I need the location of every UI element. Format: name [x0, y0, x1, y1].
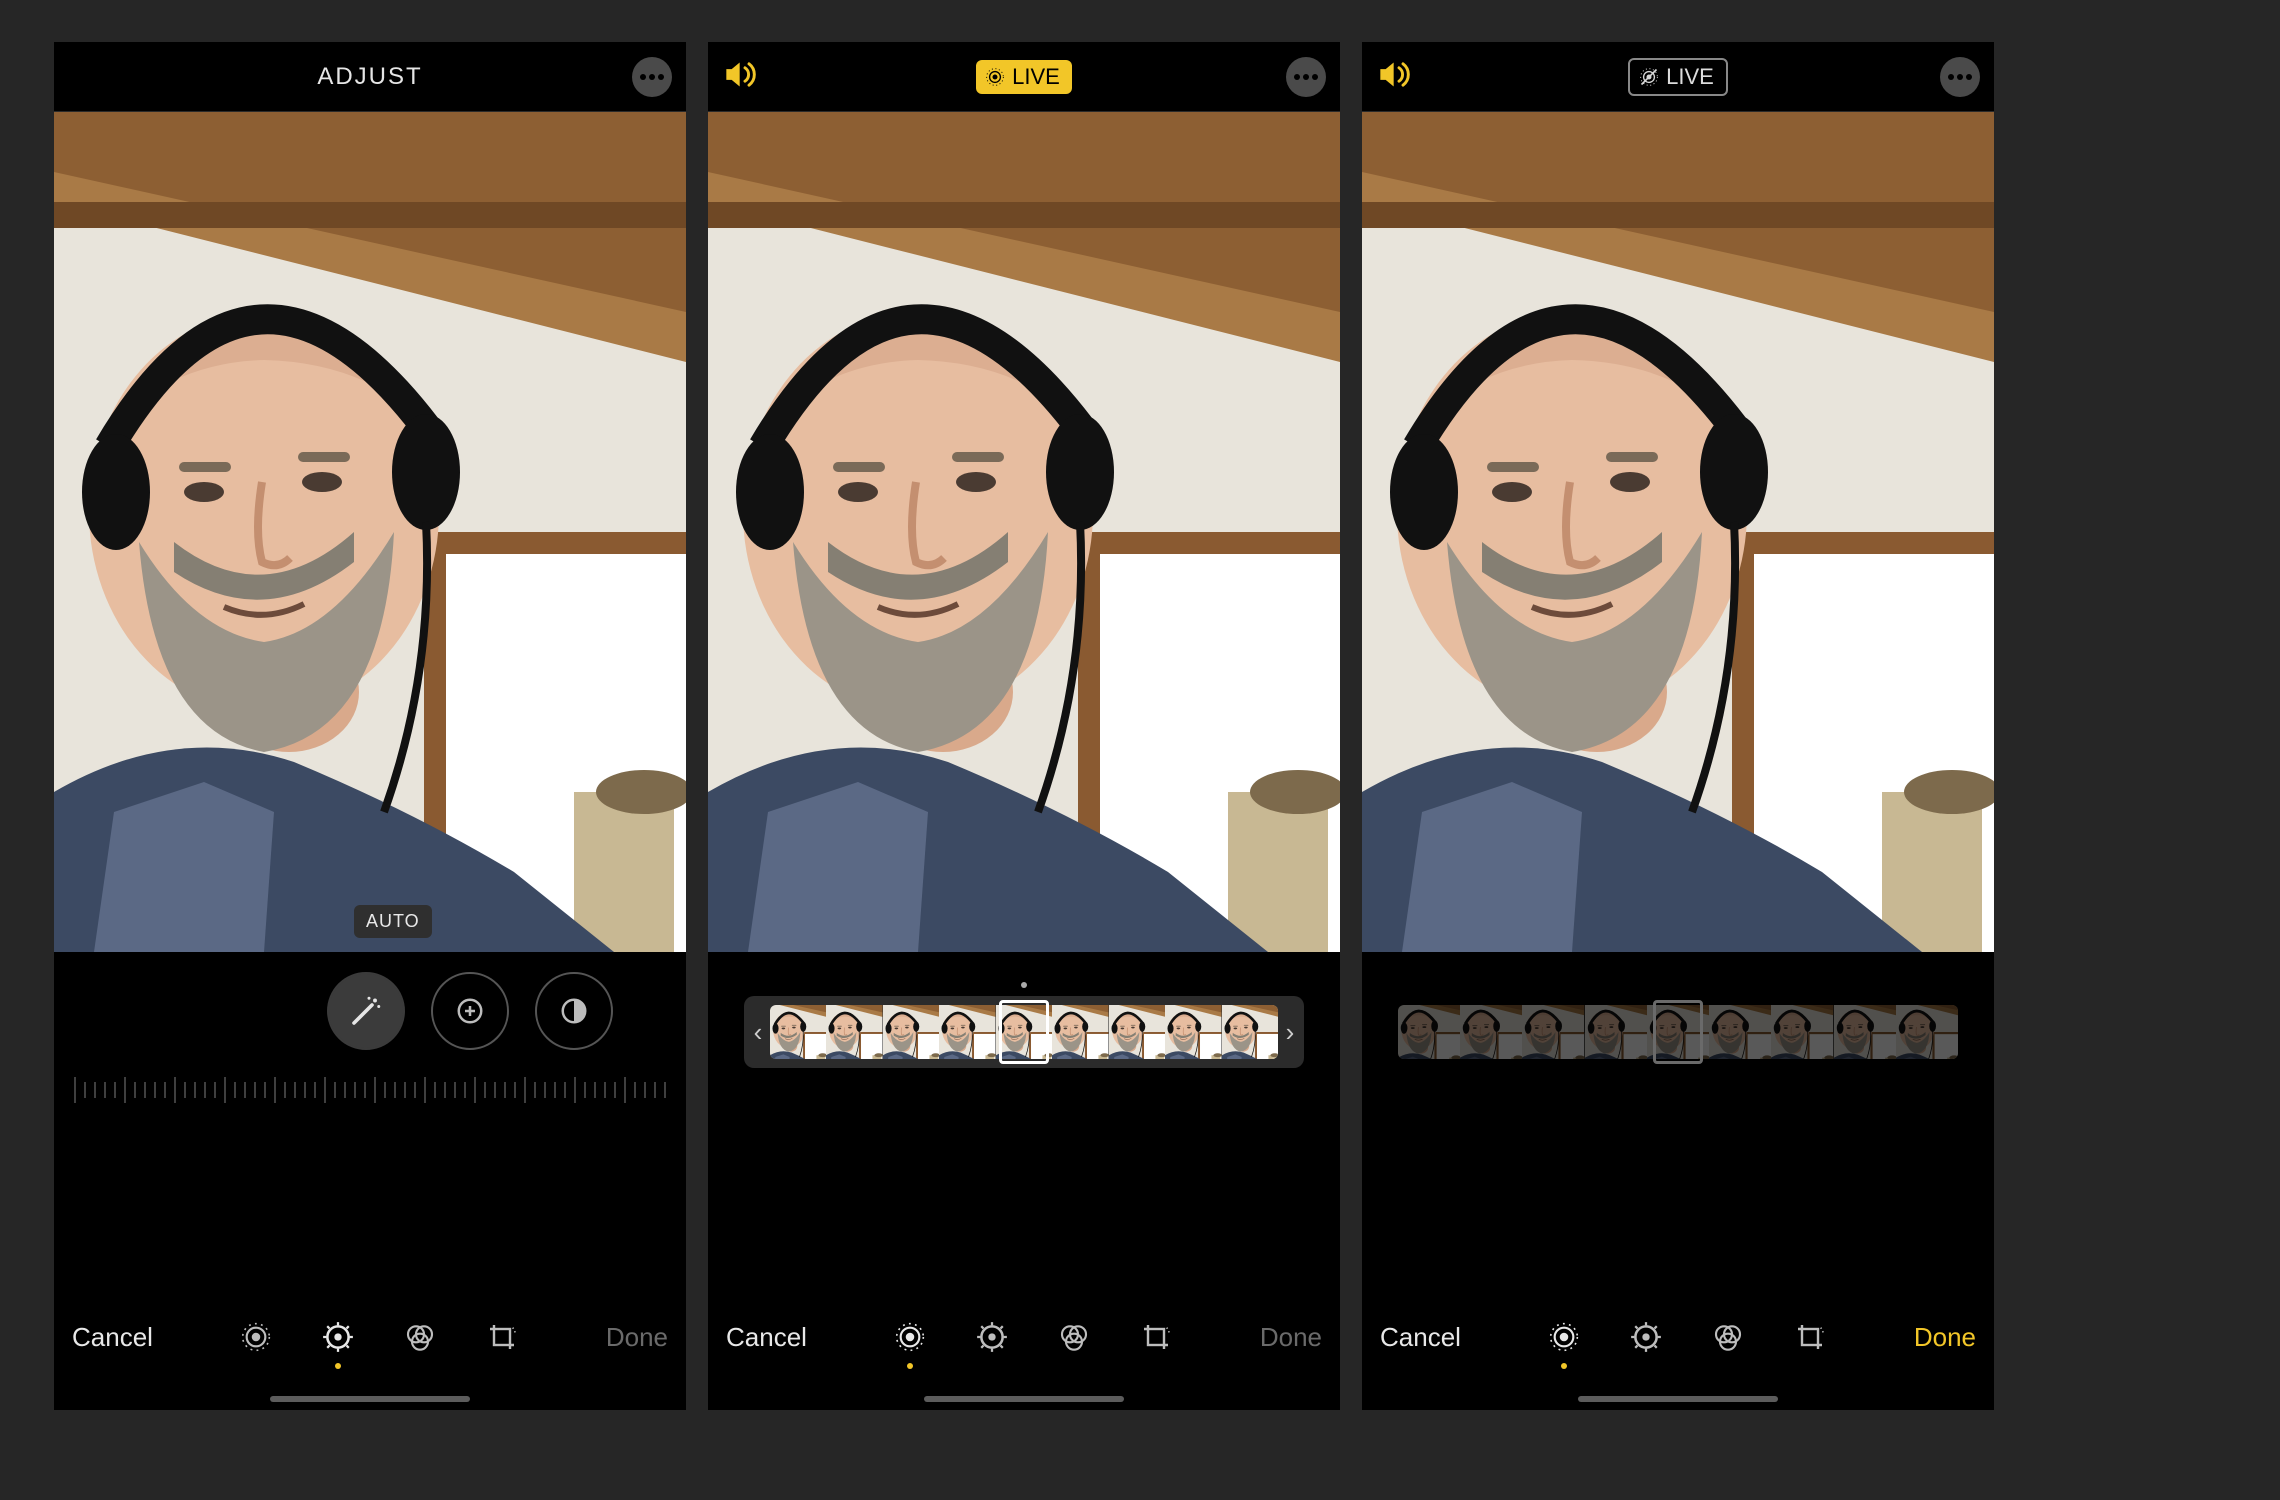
brilliance-button[interactable]	[535, 972, 613, 1050]
bottom-toolbar: Cancel	[1362, 1290, 1994, 1410]
adjust-controls	[54, 952, 686, 1172]
filters-icon	[404, 1321, 436, 1353]
filters-icon	[1058, 1321, 1090, 1353]
filters-icon	[1712, 1321, 1744, 1353]
top-bar: LIVE	[1362, 42, 1994, 112]
more-icon	[1294, 74, 1318, 80]
frame-thumb[interactable]	[883, 1005, 939, 1059]
more-button[interactable]	[632, 57, 672, 97]
top-bar: ADJUST	[54, 42, 686, 112]
home-indicator[interactable]	[924, 1396, 1124, 1402]
live-photo-icon	[1548, 1321, 1580, 1353]
frame-thumb[interactable]	[1896, 1005, 1958, 1059]
live-label: LIVE	[1666, 64, 1714, 90]
more-button[interactable]	[1940, 57, 1980, 97]
photo-preview[interactable]: AUTO	[54, 112, 686, 952]
exposure-button[interactable]	[431, 972, 509, 1050]
photo-preview[interactable]	[1362, 112, 1994, 952]
tab-adjust[interactable]	[320, 1319, 356, 1355]
crop-rotate-icon	[1794, 1321, 1826, 1353]
tab-filters[interactable]	[1710, 1319, 1746, 1355]
mute-toggle[interactable]	[722, 58, 760, 95]
tab-adjust[interactable]	[1628, 1319, 1664, 1355]
more-icon	[1948, 74, 1972, 80]
edit-mode-tabs	[892, 1319, 1174, 1355]
frame-thumb[interactable]	[939, 1005, 995, 1059]
live-photo-icon	[240, 1321, 272, 1353]
frame-thumb[interactable]	[1109, 1005, 1165, 1059]
frame-thumb[interactable]	[1052, 1005, 1108, 1059]
phone-screen-live-off: LIVE Cancel	[1362, 42, 1994, 1410]
adjust-dial-icon	[1629, 1320, 1663, 1354]
done-button[interactable]: Done	[1260, 1322, 1322, 1353]
crop-rotate-icon	[1140, 1321, 1172, 1353]
key-frame-handle[interactable]	[999, 1000, 1049, 1064]
contrast-icon	[559, 996, 589, 1026]
cancel-button[interactable]: Cancel	[72, 1322, 153, 1353]
tab-crop[interactable]	[1792, 1319, 1828, 1355]
more-button[interactable]	[1286, 57, 1326, 97]
tab-live[interactable]	[1546, 1319, 1582, 1355]
speaker-icon	[722, 58, 760, 90]
more-icon	[640, 74, 664, 80]
page-title: ADJUST	[317, 63, 422, 91]
crop-rotate-icon	[486, 1321, 518, 1353]
live-frame-scrubber[interactable]: ‹ ›	[744, 996, 1304, 1068]
frame-thumb[interactable]	[1771, 1005, 1833, 1059]
frame-thumb[interactable]	[1460, 1005, 1522, 1059]
mute-toggle[interactable]	[1376, 58, 1414, 95]
frame-thumb[interactable]	[1165, 1005, 1221, 1059]
frame-thumb[interactable]	[1222, 1005, 1278, 1059]
magic-wand-icon	[348, 993, 384, 1029]
live-frame-scrubber	[1398, 996, 1958, 1068]
phone-screen-adjust: ADJUST AUTO	[54, 42, 686, 1410]
done-button[interactable]: Done	[606, 1322, 668, 1353]
frame-thumb[interactable]	[1522, 1005, 1584, 1059]
chevron-right-icon[interactable]: ›	[1280, 996, 1300, 1068]
auto-chip: AUTO	[354, 905, 432, 938]
edit-mode-tabs	[238, 1319, 520, 1355]
tab-filters[interactable]	[402, 1319, 438, 1355]
phone-screen-live-on: LIVE ‹ ›	[708, 42, 1340, 1410]
tab-crop[interactable]	[1138, 1319, 1174, 1355]
home-indicator[interactable]	[1578, 1396, 1778, 1402]
tab-crop[interactable]	[484, 1319, 520, 1355]
live-photo-icon	[894, 1321, 926, 1353]
tab-live[interactable]	[892, 1319, 928, 1355]
edit-mode-tabs	[1546, 1319, 1828, 1355]
live-toggle[interactable]: LIVE	[976, 60, 1072, 94]
live-photo-off-icon	[1638, 66, 1660, 88]
adjust-dial-icon	[321, 1320, 355, 1354]
adjust-slider[interactable]	[70, 1072, 670, 1108]
tab-live[interactable]	[238, 1319, 274, 1355]
cancel-button[interactable]: Cancel	[1380, 1322, 1461, 1353]
live-photo-icon	[984, 66, 1006, 88]
auto-enhance-button[interactable]	[327, 972, 405, 1050]
speaker-icon	[1376, 58, 1414, 90]
frame-thumb[interactable]	[826, 1005, 882, 1059]
frame-thumb[interactable]	[770, 1005, 826, 1059]
top-bar: LIVE	[708, 42, 1340, 112]
tab-adjust[interactable]	[974, 1319, 1010, 1355]
home-indicator[interactable]	[270, 1396, 470, 1402]
key-frame-handle	[1653, 1000, 1703, 1064]
key-photo-indicator	[1021, 982, 1027, 988]
bottom-toolbar: Cancel	[54, 1290, 686, 1410]
bottom-toolbar: Cancel	[708, 1290, 1340, 1410]
tab-filters[interactable]	[1056, 1319, 1092, 1355]
frame-thumb[interactable]	[1398, 1005, 1460, 1059]
live-toggle[interactable]: LIVE	[1628, 58, 1728, 96]
frame-thumb[interactable]	[1834, 1005, 1896, 1059]
exposure-plus-icon	[455, 996, 485, 1026]
live-scrubber-zone	[1362, 952, 1994, 1172]
photo-preview[interactable]	[708, 112, 1340, 952]
frame-thumb[interactable]	[1585, 1005, 1647, 1059]
frame-thumb[interactable]	[1709, 1005, 1771, 1059]
cancel-button[interactable]: Cancel	[726, 1322, 807, 1353]
done-button[interactable]: Done	[1914, 1322, 1976, 1353]
chevron-left-icon[interactable]: ‹	[748, 996, 768, 1068]
live-label: LIVE	[1012, 64, 1060, 90]
live-scrubber-zone: ‹ ›	[708, 952, 1340, 1172]
adjust-dial-icon	[975, 1320, 1009, 1354]
